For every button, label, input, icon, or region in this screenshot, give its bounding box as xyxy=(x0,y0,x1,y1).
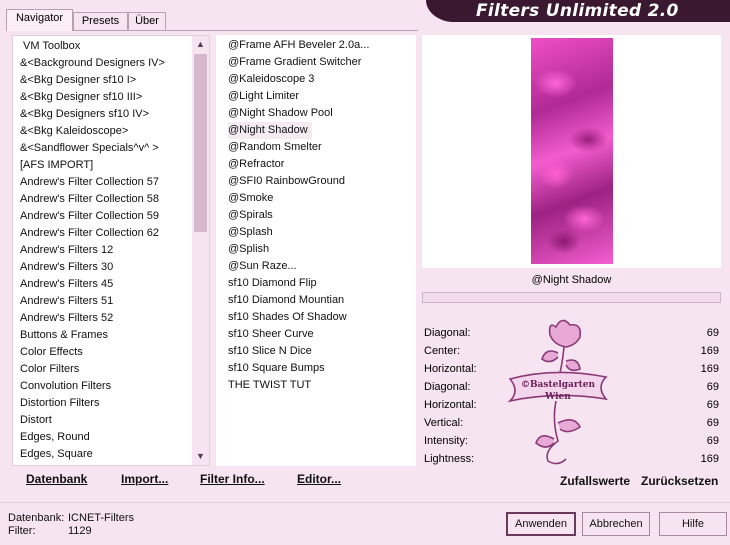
tab-about[interactable]: Über xyxy=(128,12,166,30)
param-value: 69 xyxy=(706,327,719,339)
filter-item[interactable]: @Splash xyxy=(228,224,277,241)
param-label: Diagonal: xyxy=(424,381,471,393)
selected-filter-name: @Night Shadow xyxy=(422,270,721,290)
filter-item[interactable]: sf10 Diamond Mountian xyxy=(228,292,348,309)
category-item[interactable]: Distortion Filters xyxy=(20,395,99,412)
filter-item[interactable]: @Frame AFH Beveler 2.0a... xyxy=(228,37,373,54)
filter-item[interactable]: sf10 Sheer Curve xyxy=(228,326,318,343)
param-value: 169 xyxy=(700,363,719,375)
tab-presets[interactable]: Presets xyxy=(73,12,128,30)
filter-info-button[interactable]: Filter Info... xyxy=(200,472,265,486)
category-item[interactable]: &<Bkg Kaleidoscope> xyxy=(20,123,128,140)
status-filter-label: Filter: xyxy=(8,525,36,537)
import-button[interactable]: Import... xyxy=(121,472,168,486)
filter-list[interactable]: @Frame AFH Beveler 2.0a... @Frame Gradien… xyxy=(216,35,416,466)
apply-button[interactable]: Anwenden xyxy=(506,512,576,536)
category-item[interactable]: Andrew's Filters 51 xyxy=(20,293,113,310)
tab-navigator[interactable]: Navigator xyxy=(6,9,73,31)
datenbank-button[interactable]: Datenbank xyxy=(26,472,87,486)
param-value: 69 xyxy=(706,381,719,393)
category-item[interactable]: Andrew's Filters 12 xyxy=(20,242,113,259)
category-item[interactable]: Edges, Round xyxy=(20,429,90,446)
filter-item[interactable]: @Refractor xyxy=(228,156,288,173)
category-item[interactable]: Convolution Filters xyxy=(20,378,111,395)
app-title: Filters Unlimited 2.0 xyxy=(476,1,679,21)
filter-list-items: @Frame AFH Beveler 2.0a... @Frame Gradien… xyxy=(216,35,416,466)
category-item[interactable]: Andrew's Filter Collection 62 xyxy=(20,225,159,242)
param-label: Vertical: xyxy=(424,417,464,429)
category-item[interactable]: &<Bkg Designer sf10 III> xyxy=(20,89,142,106)
param-value: 169 xyxy=(700,345,719,357)
filter-item[interactable]: sf10 Square Bumps xyxy=(228,360,329,377)
filter-item[interactable]: @Night Shadow Pool xyxy=(228,105,337,122)
filter-item[interactable]: @Smoke xyxy=(228,190,277,207)
filter-item[interactable]: sf10 Shades Of Shadow xyxy=(228,309,351,326)
category-item[interactable]: Andrew's Filter Collection 57 xyxy=(20,174,159,191)
random-values-button[interactable]: Zufallswerte xyxy=(560,474,630,488)
filter-item[interactable]: @Kaleidoscope 3 xyxy=(228,71,318,88)
param-label: Diagonal: xyxy=(424,327,471,339)
filter-item[interactable]: sf10 Diamond Flip xyxy=(228,275,321,292)
category-item[interactable]: &<Bkg Designer sf10 I> xyxy=(20,72,136,89)
status-db-label: Datenbank: xyxy=(8,512,65,524)
scroll-thumb[interactable] xyxy=(194,54,207,232)
param-label: Horizontal: xyxy=(424,399,477,411)
category-item[interactable]: Buttons & Frames xyxy=(20,327,108,344)
help-button[interactable]: Hilfe xyxy=(659,512,727,536)
database-toolbar: Datenbank Import... Filter Info... Edito… xyxy=(12,467,416,494)
filter-item[interactable]: @Spirals xyxy=(228,207,277,224)
category-item[interactable]: &<Bkg Designers sf10 IV> xyxy=(20,106,149,123)
status-db-value: ICNET-Filters xyxy=(68,512,134,524)
param-label: Horizontal: xyxy=(424,363,477,375)
watermark-logo: ©Bastelgarten Wien xyxy=(507,319,608,465)
filter-item[interactable]: @Random Smelter xyxy=(228,139,326,156)
filter-item[interactable]: @Night Shadow xyxy=(228,122,312,139)
category-item[interactable]: Distort xyxy=(20,412,52,429)
category-item[interactable]: Color Filters xyxy=(20,361,79,378)
param-label: Intensity: xyxy=(424,435,469,447)
category-item[interactable]: [AFS IMPORT] xyxy=(20,157,93,174)
preview-image[interactable] xyxy=(531,38,613,264)
category-item[interactable]: Andrew's Filters 52 xyxy=(20,310,113,327)
category-list[interactable]: VM Toolbox &<Background Designers IV> &<Bk… xyxy=(12,35,210,466)
reset-button[interactable]: Zurücksetzen xyxy=(641,474,718,488)
filter-item[interactable]: sf10 Slice N Dice xyxy=(228,343,316,360)
svg-text:Wien: Wien xyxy=(544,392,571,402)
filter-item[interactable]: @Sun Raze... xyxy=(228,258,301,275)
category-item[interactable]: VM Toolbox xyxy=(23,38,80,55)
category-scrollbar[interactable]: ▲ ▼ xyxy=(192,36,209,465)
svg-text:©Bastelgarten: ©Bastelgarten xyxy=(521,380,596,390)
category-item[interactable]: Andrew's Filter Collection 59 xyxy=(20,208,159,225)
cancel-button[interactable]: Abbrechen xyxy=(582,512,650,536)
scroll-up-icon[interactable]: ▲ xyxy=(192,36,209,53)
category-item[interactable]: &<Background Designers IV> xyxy=(20,55,165,72)
filter-item[interactable]: @Frame Gradient Switcher xyxy=(228,54,365,71)
param-label: Lightness: xyxy=(424,453,475,465)
param-value: 69 xyxy=(706,417,719,429)
category-item[interactable]: Andrew's Filters 45 xyxy=(20,276,113,293)
category-list-items: VM Toolbox &<Background Designers IV> &<Bk… xyxy=(13,36,209,465)
category-item[interactable]: Color Effects xyxy=(20,344,83,361)
progress-bar xyxy=(422,292,721,303)
param-label: Center: xyxy=(424,345,461,357)
status-divider xyxy=(0,502,730,503)
filter-item[interactable]: @SFI0 RainbowGround xyxy=(228,173,349,190)
editor-button[interactable]: Editor... xyxy=(297,472,341,486)
param-value: 69 xyxy=(706,435,719,447)
category-item[interactable]: Edges, Square xyxy=(20,446,93,463)
filter-item[interactable]: @Splish xyxy=(228,241,273,258)
category-item[interactable]: Andrew's Filters 30 xyxy=(20,259,113,276)
param-value: 69 xyxy=(706,399,719,411)
status-filter-value: 1129 xyxy=(68,525,92,537)
filter-item[interactable]: THE TWIST TUT xyxy=(228,377,315,394)
param-value: 169 xyxy=(700,453,719,465)
filter-item[interactable]: @Light Limiter xyxy=(228,88,303,105)
category-item[interactable]: Andrew's Filter Collection 58 xyxy=(20,191,159,208)
scroll-down-icon[interactable]: ▼ xyxy=(192,448,209,465)
category-item[interactable]: &<Sandflower Specials^v^ > xyxy=(20,140,159,157)
